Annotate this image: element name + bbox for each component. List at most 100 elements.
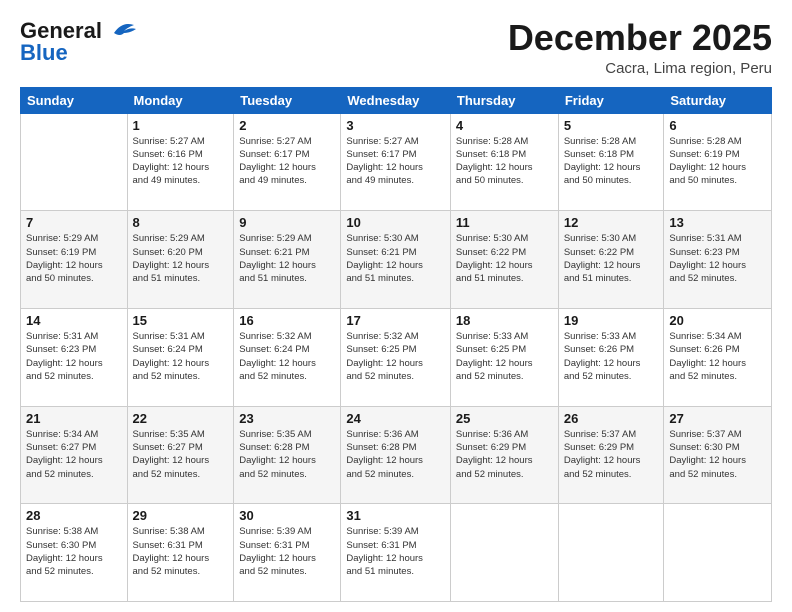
day-number: 7 xyxy=(26,215,122,230)
day-info: Sunrise: 5:37 AM Sunset: 6:29 PM Dayligh… xyxy=(564,428,659,481)
title-block: December 2025 Cacra, Lima region, Peru xyxy=(508,18,772,77)
day-number: 2 xyxy=(239,118,335,133)
day-number: 12 xyxy=(564,215,659,230)
day-number: 20 xyxy=(669,313,766,328)
day-number: 26 xyxy=(564,411,659,426)
day-number: 29 xyxy=(133,508,229,523)
day-info: Sunrise: 5:27 AM Sunset: 6:16 PM Dayligh… xyxy=(133,135,229,188)
calendar-cell: 13 Sunrise: 5:31 AM Sunset: 6:23 PM Dayli… xyxy=(664,211,772,309)
calendar-cell: 6 Sunrise: 5:28 AM Sunset: 6:19 PM Daylig… xyxy=(664,113,772,211)
calendar-cell: 19 Sunrise: 5:33 AM Sunset: 6:26 PM Dayli… xyxy=(558,308,664,406)
day-number: 3 xyxy=(346,118,445,133)
day-number: 15 xyxy=(133,313,229,328)
logo-bird-icon xyxy=(106,19,138,41)
day-info: Sunrise: 5:29 AM Sunset: 6:20 PM Dayligh… xyxy=(133,232,229,285)
calendar-cell: 30 Sunrise: 5:39 AM Sunset: 6:31 PM Dayli… xyxy=(234,504,341,602)
calendar-cell: 31 Sunrise: 5:39 AM Sunset: 6:31 PM Dayli… xyxy=(341,504,451,602)
calendar-cell xyxy=(21,113,128,211)
calendar-week-row: 14Sunrise: 5:31 AM Sunset: 6:23 PM Dayli… xyxy=(21,308,772,406)
header: General Blue December 2025 Cacra, Lima r… xyxy=(20,18,772,77)
calendar-cell: 2 Sunrise: 5:27 AM Sunset: 6:17 PM Daylig… xyxy=(234,113,341,211)
calendar-cell: 22 Sunrise: 5:35 AM Sunset: 6:27 PM Dayli… xyxy=(127,406,234,504)
day-number: 6 xyxy=(669,118,766,133)
month-title: December 2025 xyxy=(508,18,772,58)
calendar-weekday-tuesday: Tuesday xyxy=(234,87,341,113)
day-number: 31 xyxy=(346,508,445,523)
calendar-cell: 11 Sunrise: 5:30 AM Sunset: 6:22 PM Dayli… xyxy=(450,211,558,309)
calendar-cell: 3 Sunrise: 5:27 AM Sunset: 6:17 PM Daylig… xyxy=(341,113,451,211)
calendar-cell: 26 Sunrise: 5:37 AM Sunset: 6:29 PM Dayli… xyxy=(558,406,664,504)
calendar-week-row: 1 Sunrise: 5:27 AM Sunset: 6:16 PM Daylig… xyxy=(21,113,772,211)
day-number: 19 xyxy=(564,313,659,328)
calendar-weekday-thursday: Thursday xyxy=(450,87,558,113)
day-info: Sunrise: 5:28 AM Sunset: 6:19 PM Dayligh… xyxy=(669,135,766,188)
day-number: 18 xyxy=(456,313,553,328)
day-number: 22 xyxy=(133,411,229,426)
day-info: Sunrise: 5:31 AM Sunset: 6:24 PM Dayligh… xyxy=(133,330,229,383)
calendar-table: SundayMondayTuesdayWednesdayThursdayFrid… xyxy=(20,87,772,602)
day-info: Sunrise: 5:30 AM Sunset: 6:22 PM Dayligh… xyxy=(456,232,553,285)
day-info: Sunrise: 5:29 AM Sunset: 6:21 PM Dayligh… xyxy=(239,232,335,285)
day-info: Sunrise: 5:28 AM Sunset: 6:18 PM Dayligh… xyxy=(456,135,553,188)
calendar-week-row: 28Sunrise: 5:38 AM Sunset: 6:30 PM Dayli… xyxy=(21,504,772,602)
calendar-cell: 4 Sunrise: 5:28 AM Sunset: 6:18 PM Daylig… xyxy=(450,113,558,211)
location-subtitle: Cacra, Lima region, Peru xyxy=(508,60,772,77)
day-info: Sunrise: 5:27 AM Sunset: 6:17 PM Dayligh… xyxy=(346,135,445,188)
calendar-cell: 7 Sunrise: 5:29 AM Sunset: 6:19 PM Daylig… xyxy=(21,211,128,309)
calendar-cell: 29Sunrise: 5:38 AM Sunset: 6:31 PM Dayli… xyxy=(127,504,234,602)
calendar-weekday-wednesday: Wednesday xyxy=(341,87,451,113)
day-number: 5 xyxy=(564,118,659,133)
calendar-cell: 28Sunrise: 5:38 AM Sunset: 6:30 PM Dayli… xyxy=(21,504,128,602)
calendar-cell xyxy=(664,504,772,602)
calendar-cell: 12Sunrise: 5:30 AM Sunset: 6:22 PM Dayli… xyxy=(558,211,664,309)
day-number: 24 xyxy=(346,411,445,426)
calendar-weekday-sunday: Sunday xyxy=(21,87,128,113)
day-info: Sunrise: 5:34 AM Sunset: 6:26 PM Dayligh… xyxy=(669,330,766,383)
day-number: 11 xyxy=(456,215,553,230)
calendar-cell: 8 Sunrise: 5:29 AM Sunset: 6:20 PM Daylig… xyxy=(127,211,234,309)
calendar-cell: 20 Sunrise: 5:34 AM Sunset: 6:26 PM Dayli… xyxy=(664,308,772,406)
calendar-week-row: 21Sunrise: 5:34 AM Sunset: 6:27 PM Dayli… xyxy=(21,406,772,504)
day-info: Sunrise: 5:33 AM Sunset: 6:26 PM Dayligh… xyxy=(564,330,659,383)
day-number: 16 xyxy=(239,313,335,328)
day-info: Sunrise: 5:37 AM Sunset: 6:30 PM Dayligh… xyxy=(669,428,766,481)
logo: General Blue xyxy=(20,18,138,66)
day-info: Sunrise: 5:29 AM Sunset: 6:19 PM Dayligh… xyxy=(26,232,122,285)
day-info: Sunrise: 5:39 AM Sunset: 6:31 PM Dayligh… xyxy=(346,525,445,578)
calendar-weekday-saturday: Saturday xyxy=(664,87,772,113)
calendar-cell: 24 Sunrise: 5:36 AM Sunset: 6:28 PM Dayli… xyxy=(341,406,451,504)
day-info: Sunrise: 5:31 AM Sunset: 6:23 PM Dayligh… xyxy=(669,232,766,285)
day-info: Sunrise: 5:27 AM Sunset: 6:17 PM Dayligh… xyxy=(239,135,335,188)
page: General Blue December 2025 Cacra, Lima r… xyxy=(0,0,792,612)
calendar-weekday-monday: Monday xyxy=(127,87,234,113)
day-number: 13 xyxy=(669,215,766,230)
day-info: Sunrise: 5:33 AM Sunset: 6:25 PM Dayligh… xyxy=(456,330,553,383)
day-number: 28 xyxy=(26,508,122,523)
day-info: Sunrise: 5:35 AM Sunset: 6:27 PM Dayligh… xyxy=(133,428,229,481)
calendar-cell: 17 Sunrise: 5:32 AM Sunset: 6:25 PM Dayli… xyxy=(341,308,451,406)
calendar-cell: 25Sunrise: 5:36 AM Sunset: 6:29 PM Dayli… xyxy=(450,406,558,504)
day-info: Sunrise: 5:39 AM Sunset: 6:31 PM Dayligh… xyxy=(239,525,335,578)
day-number: 8 xyxy=(133,215,229,230)
calendar-week-row: 7 Sunrise: 5:29 AM Sunset: 6:19 PM Daylig… xyxy=(21,211,772,309)
day-info: Sunrise: 5:36 AM Sunset: 6:28 PM Dayligh… xyxy=(346,428,445,481)
calendar-cell: 18 Sunrise: 5:33 AM Sunset: 6:25 PM Dayli… xyxy=(450,308,558,406)
calendar-cell: 1 Sunrise: 5:27 AM Sunset: 6:16 PM Daylig… xyxy=(127,113,234,211)
calendar-cell: 16 Sunrise: 5:32 AM Sunset: 6:24 PM Dayli… xyxy=(234,308,341,406)
day-info: Sunrise: 5:35 AM Sunset: 6:28 PM Dayligh… xyxy=(239,428,335,481)
day-number: 1 xyxy=(133,118,229,133)
day-number: 4 xyxy=(456,118,553,133)
calendar-cell: 21Sunrise: 5:34 AM Sunset: 6:27 PM Dayli… xyxy=(21,406,128,504)
day-info: Sunrise: 5:34 AM Sunset: 6:27 PM Dayligh… xyxy=(26,428,122,481)
day-info: Sunrise: 5:31 AM Sunset: 6:23 PM Dayligh… xyxy=(26,330,122,383)
calendar-header-row: SundayMondayTuesdayWednesdayThursdayFrid… xyxy=(21,87,772,113)
day-info: Sunrise: 5:32 AM Sunset: 6:25 PM Dayligh… xyxy=(346,330,445,383)
calendar-cell: 9Sunrise: 5:29 AM Sunset: 6:21 PM Daylig… xyxy=(234,211,341,309)
calendar-cell: 15 Sunrise: 5:31 AM Sunset: 6:24 PM Dayli… xyxy=(127,308,234,406)
day-number: 17 xyxy=(346,313,445,328)
day-info: Sunrise: 5:32 AM Sunset: 6:24 PM Dayligh… xyxy=(239,330,335,383)
calendar-cell xyxy=(558,504,664,602)
calendar-cell xyxy=(450,504,558,602)
day-number: 30 xyxy=(239,508,335,523)
day-number: 10 xyxy=(346,215,445,230)
